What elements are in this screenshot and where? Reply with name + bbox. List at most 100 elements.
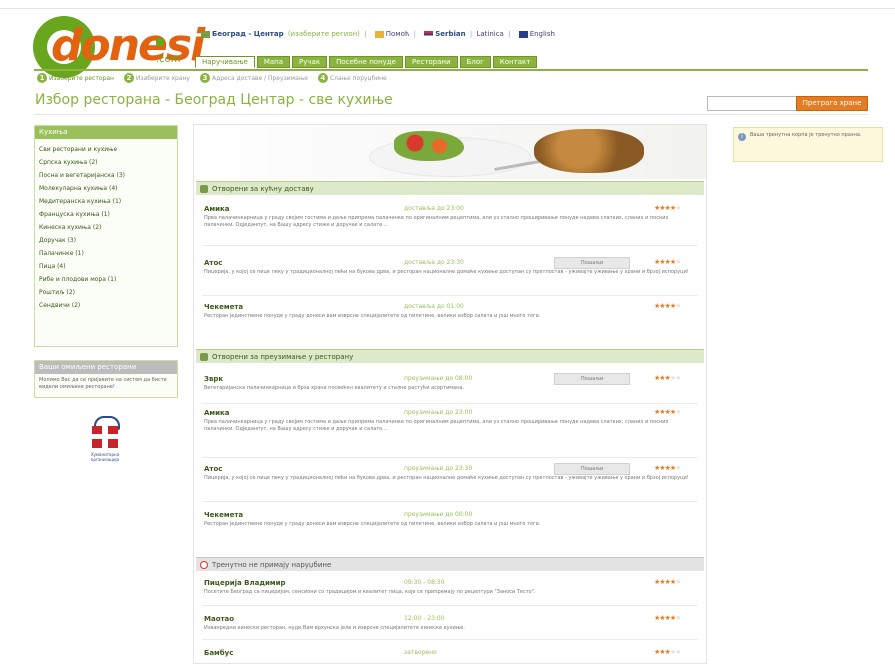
tab-lunch[interactable]: Ручак <box>292 56 328 68</box>
salad-image <box>394 131 464 161</box>
cart-info-box: i Ваша тренутна корпа је тренутно празна… <box>733 127 883 162</box>
favorites-text: Молимо Вас да се пријавите на систем да … <box>39 377 167 390</box>
cuisine-item[interactable]: Српска кухиња (2) <box>39 156 173 169</box>
cuisine-item[interactable]: Рибе и плодови мора (1) <box>39 273 173 286</box>
restaurant-desc: Посетите Београд са пицеријом, сенсиони … <box>204 589 536 595</box>
donesi-logo[interactable]: donesi .com <box>33 16 205 78</box>
rating-stars: ★★★★★ <box>654 648 681 656</box>
rating-stars: ★★★★★ <box>654 374 681 382</box>
section-pickup: Отворени за преузимање у ресторану <box>196 349 704 363</box>
logo-suffix: .com <box>156 54 181 65</box>
restaurant-name[interactable]: Бамбус <box>204 649 233 657</box>
cuisine-item[interactable]: Француска кухиња (1) <box>39 208 173 221</box>
rating-stars: ★★★★★ <box>654 464 681 472</box>
restaurant-name[interactable]: Амика <box>204 205 230 213</box>
search-input[interactable] <box>707 96 797 111</box>
tab-contact[interactable]: Контакт <box>492 56 538 68</box>
restaurant-status: затворено <box>404 649 437 656</box>
tab-restaurants[interactable]: Ресторани <box>404 56 458 68</box>
cuisine-item[interactable]: Сендвичи (2) <box>39 299 173 312</box>
send-button[interactable]: Пошаљи <box>554 373 630 385</box>
restaurant-name[interactable]: Амика <box>204 409 230 417</box>
top-links: Београд - Центар (изаберите регион) | По… <box>197 30 555 38</box>
restaurant-name[interactable]: Чекеметa <box>204 511 243 519</box>
restaurant-status: доставља до 01:00 <box>404 303 464 310</box>
restaurant-status: доставља до 23:30 <box>404 259 464 266</box>
city-label[interactable]: Београд - Центар <box>212 30 284 38</box>
restaurant-desc: Вегетаријанска палачинкарница и брза хра… <box>204 385 465 391</box>
food-image <box>534 129 644 173</box>
favorites-title: Ваши омиљени ресторани <box>35 361 177 374</box>
restaurant-status: преузимање до 23:00 <box>404 409 473 416</box>
restaurant-name[interactable]: Атос <box>204 465 222 473</box>
tab-ordering[interactable]: Наручивање <box>195 56 255 68</box>
restaurant-status: преузимање до 23:30 <box>404 465 473 472</box>
restaurant-status: преузимање до 00:00 <box>404 511 473 518</box>
rating-stars: ★★★★★ <box>654 614 681 622</box>
cuisine-item[interactable]: Палачинке (1) <box>39 247 173 260</box>
logo-dot-icon <box>156 38 164 46</box>
pickup-icon <box>200 353 208 361</box>
section-delivery: Отворени за кућну доставу <box>196 181 704 195</box>
change-city-link[interactable]: (изаберите регион) <box>288 30 360 38</box>
main-nav: Наручивање Мапа Ручак Посебне понуде Рес… <box>195 56 656 68</box>
step-1: 1 Изаберите ресторан <box>37 73 114 83</box>
cuisine-item[interactable]: Посна и вегетаријанска (3) <box>39 169 173 182</box>
send-button[interactable]: Пошаљи <box>554 257 630 269</box>
restaurant-status: 09:30 - 08:30 <box>404 579 445 586</box>
step-3: 3 Адреса доставе / Преузимање <box>199 73 308 83</box>
restaurant-status: преузимање до 08:00 <box>404 375 473 382</box>
cuisine-item[interactable]: Роштиљ (2) <box>39 286 173 299</box>
restaurant-status: доставља до 23:00 <box>404 205 464 212</box>
restaurant-desc: Пицерија, у којој се пице пеку у традици… <box>204 475 689 481</box>
step-4: 4 Слање поруџбине <box>317 73 387 83</box>
rating-stars: ★★★★★ <box>654 258 681 266</box>
charity-gift-icon[interactable]: Хуманитарна организација <box>88 414 122 470</box>
rating-stars: ★★★★★ <box>654 204 681 212</box>
cuisine-item[interactable]: Медитеранска кухиња (1) <box>39 195 173 208</box>
cuisine-item[interactable]: Пица (4) <box>39 260 173 273</box>
tab-map[interactable]: Мапа <box>256 56 291 68</box>
city-icon <box>201 30 210 38</box>
restaurant-desc: Ресторан јединствене понуде у граду доно… <box>204 521 541 527</box>
food-banner <box>194 125 706 179</box>
cuisines-title: Кухиња <box>35 126 177 139</box>
cuisine-item[interactable]: Кинеска кухиња (2) <box>39 221 173 234</box>
english-link[interactable]: English <box>530 30 555 38</box>
english-flag-icon <box>518 30 528 38</box>
cuisine-item[interactable]: Сви ресторани и кухиње <box>39 143 173 156</box>
order-steps: 1 Изаберите ресторан 2 Изаберите храну 3 Ад… <box>37 73 387 83</box>
send-button[interactable]: Пошаљи <box>554 463 630 475</box>
closed-icon <box>200 561 208 569</box>
latinica-link[interactable]: Latinica <box>476 30 503 38</box>
restaurant-desc: Изванредни кинески ресторан, нуди Вам вр… <box>204 625 465 631</box>
title-divider <box>34 114 868 115</box>
restaurant-list-panel: Отворени за кућну доставу Амика доставља… <box>193 124 707 664</box>
serbian-link[interactable]: Serbian <box>435 30 465 38</box>
restaurant-name[interactable]: Чекеметa <box>204 303 243 311</box>
rating-stars: ★★★★★ <box>654 578 681 586</box>
help-icon <box>374 30 384 38</box>
restaurant-desc: Пицерија, у којој се пице пеку у традици… <box>204 269 689 275</box>
serbian-flag-icon <box>424 30 434 38</box>
delivery-icon <box>200 185 208 193</box>
step-2: 2 Изаберите храну <box>123 73 190 83</box>
restaurant-desc: Прва палачинкарница у граду својим гости… <box>204 215 669 228</box>
cuisines-box: Кухиња Сви ресторани и кухиње Српска кух… <box>34 125 178 347</box>
page-title: Избор ресторана - Београд Центар - све к… <box>35 92 393 108</box>
restaurant-name[interactable]: Маотао <box>204 615 234 623</box>
restaurant-name[interactable]: Атос <box>204 259 222 267</box>
section-closed: Тренутно не примају наруџбине <box>196 557 704 571</box>
restaurant-status: 12:00 - 23:00 <box>404 615 445 622</box>
search-button[interactable]: Претрага хране <box>796 96 868 111</box>
tab-special-offers[interactable]: Посебне понуде <box>329 56 403 68</box>
tab-blog[interactable]: Блог <box>459 56 491 68</box>
restaurant-name[interactable]: Пицерија Владимир <box>204 579 286 587</box>
help-link[interactable]: Помоћ <box>386 30 410 38</box>
cart-info-text: Ваша тренутна корпа је тренутно празна. <box>750 132 862 138</box>
cuisine-item[interactable]: Доручак (3) <box>39 234 173 247</box>
rating-stars: ★★★★★ <box>654 408 681 416</box>
restaurant-name[interactable]: Зврк <box>204 375 223 383</box>
rating-stars: ★★★★★ <box>654 302 681 310</box>
cuisine-item[interactable]: Молекуларна кухиња (4) <box>39 182 173 195</box>
